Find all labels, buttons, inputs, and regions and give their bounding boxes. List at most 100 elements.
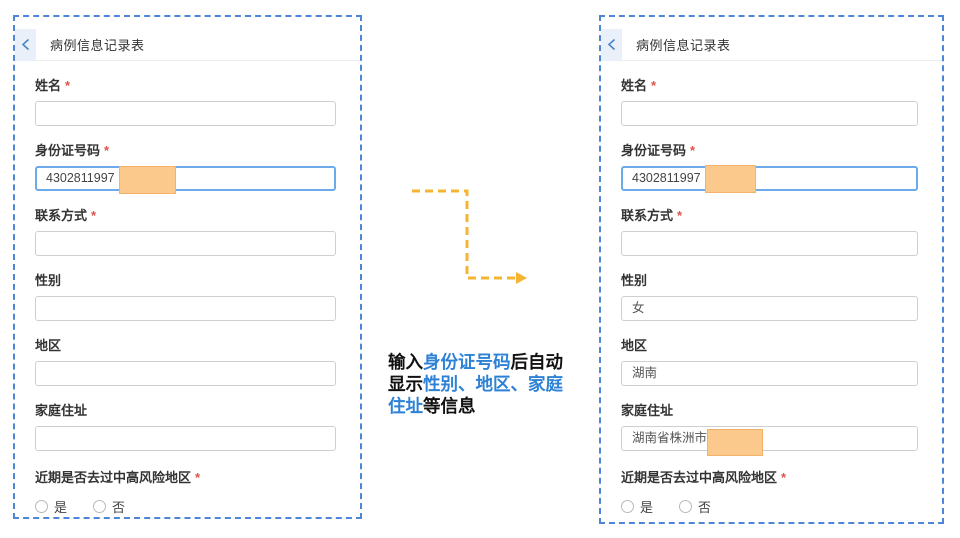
field-group-region: 地区 湖南: [621, 338, 918, 386]
field-label: 近期是否去过中高风险地区 *: [621, 470, 918, 485]
contact-input[interactable]: [621, 231, 918, 256]
form-body: 姓名 * 身份证号码 * 4302811997 联系方式 * 性别 地区 家庭住址 近…: [15, 78, 360, 516]
label-text: 联系方式: [35, 208, 87, 223]
radio-circle-icon: [93, 500, 106, 513]
form-screen-after: 病例信息记录表 姓名* 身份证号码 * 4302811997 联系方式 * 性别 女…: [599, 15, 944, 524]
input-value: 湖南省株洲市: [632, 431, 707, 445]
label-text: 性别: [35, 273, 61, 288]
field-label: 姓名*: [621, 78, 918, 93]
field-label: 身份证号码 *: [621, 143, 918, 158]
risk-area-question: 近期是否去过中高风险地区 * 是 否: [621, 470, 918, 516]
input-value: 4302811997: [46, 171, 115, 185]
field-group-address: 家庭住址 湖南省株洲市: [621, 403, 918, 451]
id-number-input[interactable]: 4302811997: [35, 166, 336, 191]
field-label: 姓名 *: [35, 78, 336, 93]
radio-label: 否: [112, 497, 125, 516]
radio-circle-icon: [679, 500, 692, 513]
annotation-text: 输入身份证号码后自动 显示性别、地区、家庭 住址等信息: [388, 351, 588, 417]
page-title: 病例信息记录表: [50, 35, 145, 54]
field-group-contact: 联系方式 *: [621, 208, 918, 256]
field-group-name: 姓名*: [621, 78, 918, 126]
back-button[interactable]: [15, 29, 36, 61]
input-value: 湖南: [632, 366, 657, 380]
radio-yes[interactable]: 是: [35, 497, 67, 516]
label-text: 身份证号码: [35, 143, 100, 158]
required-asterisk: *: [690, 143, 695, 158]
region-input[interactable]: 湖南: [621, 361, 918, 386]
redaction-block: [119, 166, 176, 194]
label-text: 近期是否去过中高风险地区: [621, 470, 777, 485]
name-input[interactable]: [35, 101, 336, 126]
risk-area-question: 近期是否去过中高风险地区 * 是 否: [35, 470, 336, 516]
radio-label: 是: [640, 497, 653, 516]
field-label: 身份证号码 *: [35, 143, 336, 158]
annotation-line: 住址等信息: [388, 395, 588, 417]
form-screen-before: 病例信息记录表 姓名 * 身份证号码 * 4302811997 联系方式 * 性别 地…: [13, 15, 362, 519]
field-group-contact: 联系方式 *: [35, 208, 336, 256]
field-group-name: 姓名 *: [35, 78, 336, 126]
annotation-line: 输入身份证号码后自动: [388, 351, 588, 373]
required-asterisk: *: [65, 78, 70, 93]
label-text: 家庭住址: [621, 403, 673, 418]
back-chevron-icon: [607, 38, 616, 51]
name-input[interactable]: [621, 101, 918, 126]
field-label: 家庭住址: [621, 403, 918, 418]
field-label: 地区: [35, 338, 336, 353]
address-input[interactable]: 湖南省株洲市: [621, 426, 918, 451]
navbar: 病例信息记录表: [601, 29, 942, 61]
back-button[interactable]: [601, 29, 622, 61]
page-title: 病例信息记录表: [636, 35, 731, 54]
radio-label: 否: [698, 497, 711, 516]
label-text: 家庭住址: [35, 403, 87, 418]
field-group-gender: 性别: [35, 273, 336, 321]
arrowhead-icon: [516, 272, 527, 284]
field-label: 联系方式 *: [621, 208, 918, 223]
radio-label: 是: [54, 497, 67, 516]
label-text: 近期是否去过中高风险地区: [35, 470, 191, 485]
required-asterisk: *: [195, 470, 200, 485]
field-label: 家庭住址: [35, 403, 336, 418]
label-text: 姓名: [35, 78, 61, 93]
field-group-gender: 性别 女: [621, 273, 918, 321]
label-text: 地区: [35, 338, 61, 353]
field-label: 联系方式 *: [35, 208, 336, 223]
label-text: 联系方式: [621, 208, 673, 223]
label-text: 地区: [621, 338, 647, 353]
field-label: 近期是否去过中高风险地区 *: [35, 470, 336, 485]
radio-yes[interactable]: 是: [621, 497, 653, 516]
radio-row: 是 否: [35, 497, 336, 516]
required-asterisk: *: [651, 78, 656, 93]
required-asterisk: *: [104, 143, 109, 158]
back-chevron-icon: [21, 38, 30, 51]
radio-circle-icon: [621, 500, 634, 513]
field-label: 性别: [621, 273, 918, 288]
navbar: 病例信息记录表: [15, 29, 360, 61]
required-asterisk: *: [781, 470, 786, 485]
field-label: 性别: [35, 273, 336, 288]
annotation-line: 显示性别、地区、家庭: [388, 373, 588, 395]
input-value: 4302811997: [632, 171, 701, 185]
radio-row: 是 否: [621, 497, 918, 516]
gender-input[interactable]: 女: [621, 296, 918, 321]
radio-no[interactable]: 否: [93, 497, 125, 516]
required-asterisk: *: [91, 208, 96, 223]
field-group-region: 地区: [35, 338, 336, 386]
form-body: 姓名* 身份证号码 * 4302811997 联系方式 * 性别 女 地区 湖南 家…: [601, 78, 942, 516]
id-number-input[interactable]: 4302811997: [621, 166, 918, 191]
radio-no[interactable]: 否: [679, 497, 711, 516]
redaction-block: [705, 165, 756, 193]
gender-input[interactable]: [35, 296, 336, 321]
address-input[interactable]: [35, 426, 336, 451]
redaction-block: [707, 429, 763, 456]
field-group-id-number: 身份证号码 * 4302811997: [621, 143, 918, 191]
required-asterisk: *: [677, 208, 682, 223]
label-text: 身份证号码: [621, 143, 686, 158]
input-value: 女: [632, 301, 645, 315]
contact-input[interactable]: [35, 231, 336, 256]
label-text: 性别: [621, 273, 647, 288]
radio-circle-icon: [35, 500, 48, 513]
field-group-id-number: 身份证号码 * 4302811997: [35, 143, 336, 191]
field-group-address: 家庭住址: [35, 403, 336, 451]
flow-arrow: [406, 185, 538, 289]
region-input[interactable]: [35, 361, 336, 386]
